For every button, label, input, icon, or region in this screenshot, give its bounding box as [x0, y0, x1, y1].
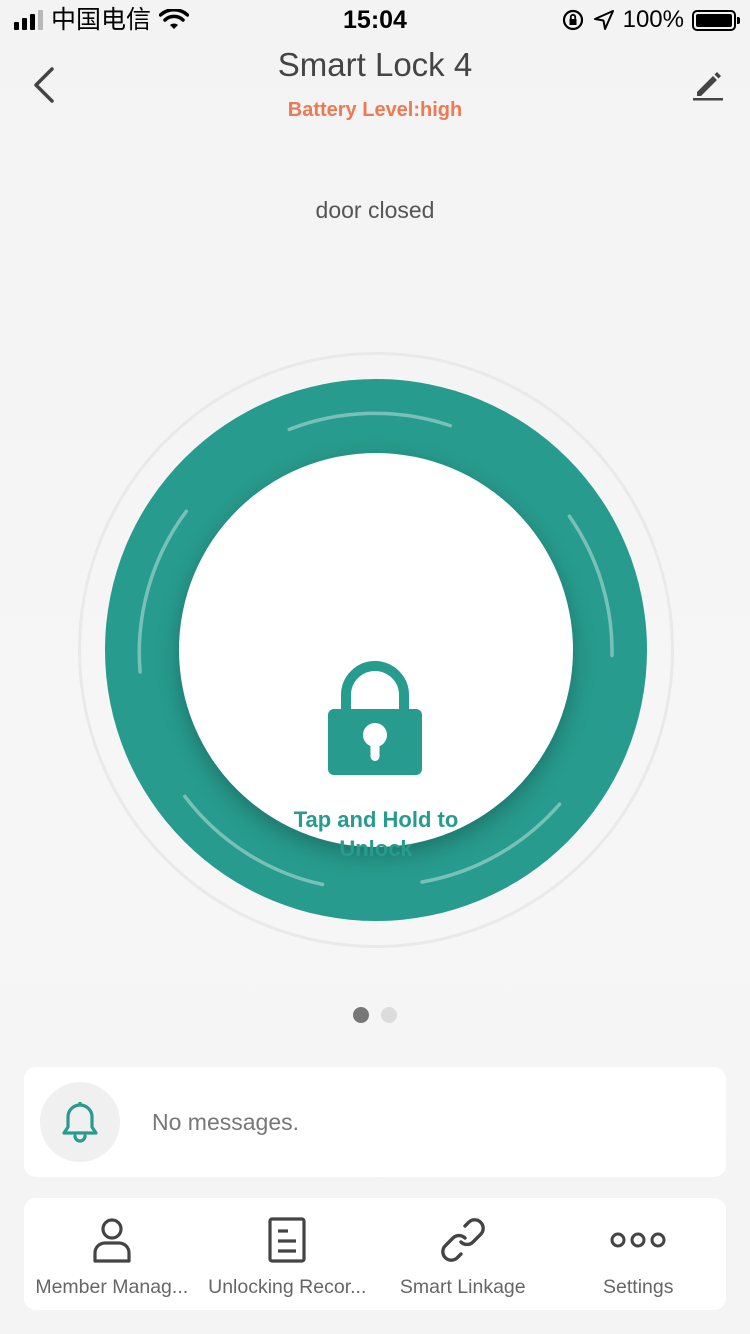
- page-dot-1[interactable]: [353, 1007, 369, 1023]
- page-title: Smart Lock 4: [277, 46, 473, 83]
- bell-icon: [62, 1102, 98, 1143]
- pencil-icon: [693, 72, 723, 101]
- bottom-nav: Member Manag... Unlocking Recor... Smart…: [24, 1198, 726, 1310]
- link-icon: [440, 1218, 485, 1262]
- nav-unlocking-records[interactable]: Unlocking Recor...: [200, 1198, 376, 1310]
- padlock-icon: [328, 661, 422, 775]
- person-icon: [93, 1218, 131, 1263]
- battery-level-text: Battery Level:high: [287, 99, 463, 121]
- unlock-button[interactable]: Tap and Hold to Unlock: [179, 453, 573, 861]
- battery-percent: 100%: [622, 6, 684, 33]
- unlock-label-line2: Unlock: [339, 836, 413, 861]
- message-card[interactable]: No messages.: [24, 1067, 726, 1177]
- lock-dial: Tap and Hold to Unlock: [78, 352, 674, 948]
- bell-badge: [40, 1082, 120, 1162]
- nav-label: Unlocking Recor...: [208, 1276, 367, 1298]
- page-dot-2[interactable]: [381, 1007, 397, 1023]
- door-status: door closed: [315, 197, 435, 223]
- nav-label: Settings: [603, 1276, 674, 1298]
- location-arrow-icon: [593, 10, 614, 30]
- edit-button[interactable]: [686, 62, 730, 106]
- status-right: 100%: [561, 6, 740, 34]
- battery-icon: [692, 9, 740, 31]
- document-icon: [268, 1217, 306, 1263]
- nav-member-management[interactable]: Member Manag...: [24, 1198, 200, 1310]
- orientation-lock-icon: [562, 9, 583, 31]
- more-icon: [610, 1232, 666, 1248]
- nav-smart-linkage[interactable]: Smart Linkage: [375, 1198, 551, 1310]
- page-indicator: [0, 1007, 750, 1023]
- message-text: No messages.: [152, 1108, 300, 1135]
- unlock-label-line1: Tap and Hold to: [293, 807, 459, 832]
- nav-label: Member Manag...: [35, 1276, 189, 1298]
- nav-settings[interactable]: Settings: [551, 1198, 727, 1310]
- status-bar: 中国电信 15:04 100%: [0, 0, 750, 40]
- nav-label: Smart Linkage: [399, 1276, 526, 1298]
- unlock-label: Tap and Hold to Unlock: [179, 805, 573, 863]
